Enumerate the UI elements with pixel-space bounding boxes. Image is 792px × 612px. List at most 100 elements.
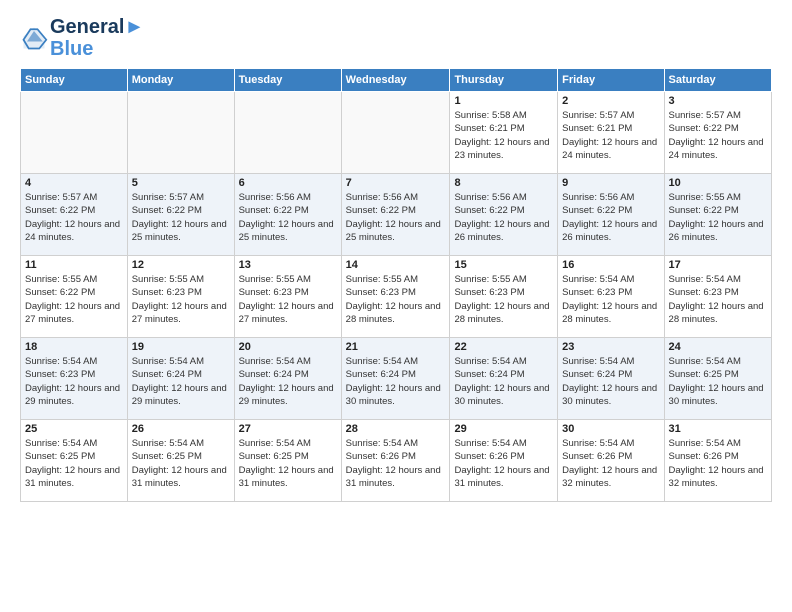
- calendar-cell: 8Sunrise: 5:56 AMSunset: 6:22 PMDaylight…: [450, 174, 558, 256]
- calendar-cell: 1Sunrise: 5:58 AMSunset: 6:21 PMDaylight…: [450, 92, 558, 174]
- day-number: 24: [669, 341, 767, 353]
- calendar-cell: 29Sunrise: 5:54 AMSunset: 6:26 PMDayligh…: [450, 420, 558, 502]
- day-number: 18: [25, 341, 123, 353]
- day-number: 12: [132, 259, 230, 271]
- calendar-cell: 17Sunrise: 5:54 AMSunset: 6:23 PMDayligh…: [664, 256, 771, 338]
- day-info: Sunrise: 5:54 AMSunset: 6:24 PMDaylight:…: [132, 355, 230, 408]
- day-number: 3: [669, 95, 767, 107]
- day-number: 6: [239, 177, 337, 189]
- calendar-week-row: 18 Sunrise: 5:54 AMSunset: 6:23 PMDayligh…: [21, 338, 772, 420]
- calendar-cell: 28 Sunrise: 5:54 AMSunset: 6:26 PMDayligh…: [341, 420, 450, 502]
- calendar-cell: 24 Sunrise: 5:54 AMSunset: 6:25 PMDayligh…: [664, 338, 771, 420]
- day-number: 26: [132, 423, 230, 435]
- day-info: Sunrise: 5:55 AMSunset: 6:23 PMDaylight:…: [346, 273, 446, 326]
- day-info: Sunrise: 5:54 AMSunset: 6:23 PMDaylight:…: [669, 273, 767, 326]
- calendar-table: SundayMondayTuesdayWednesdayThursdayFrid…: [20, 68, 772, 502]
- calendar-cell: 31 Sunrise: 5:54 AMSunset: 6:26 PMDayligh…: [664, 420, 771, 502]
- weekday-header: Sunday: [21, 69, 128, 92]
- day-number: 7: [346, 177, 446, 189]
- day-number: 23: [562, 341, 659, 353]
- logo-icon: [20, 24, 48, 52]
- page-header: General► Blue: [20, 16, 772, 60]
- day-info: Sunrise: 5:57 AMSunset: 6:22 PMDaylight:…: [25, 191, 123, 244]
- day-info: Sunrise: 5:57 AMSunset: 6:22 PMDaylight:…: [132, 191, 230, 244]
- calendar-cell: 9 Sunrise: 5:56 AMSunset: 6:22 PMDaylight…: [558, 174, 664, 256]
- calendar-week-row: 25 Sunrise: 5:54 AMSunset: 6:25 PMDayligh…: [21, 420, 772, 502]
- calendar-cell: 16 Sunrise: 5:54 AMSunset: 6:23 PMDayligh…: [558, 256, 664, 338]
- day-info: Sunrise: 5:54 AMSunset: 6:24 PMDaylight:…: [454, 355, 553, 408]
- calendar-cell: 4 Sunrise: 5:57 AMSunset: 6:22 PMDaylight…: [21, 174, 128, 256]
- day-info: Sunrise: 5:54 AMSunset: 6:25 PMDaylight:…: [239, 437, 337, 490]
- day-number: 11: [25, 259, 123, 271]
- day-number: 8: [454, 177, 553, 189]
- day-number: 9: [562, 177, 659, 189]
- day-number: 30: [562, 423, 659, 435]
- weekday-header: Friday: [558, 69, 664, 92]
- calendar-cell: 2 Sunrise: 5:57 AMSunset: 6:21 PMDaylight…: [558, 92, 664, 174]
- calendar-cell: 12 Sunrise: 5:55 AMSunset: 6:23 PMDayligh…: [127, 256, 234, 338]
- day-info: Sunrise: 5:55 AMSunset: 6:22 PMDaylight:…: [669, 191, 767, 244]
- calendar-cell: 10 Sunrise: 5:55 AMSunset: 6:22 PMDayligh…: [664, 174, 771, 256]
- day-number: 28: [346, 423, 446, 435]
- calendar-week-row: 11 Sunrise: 5:55 AMSunset: 6:22 PMDayligh…: [21, 256, 772, 338]
- calendar-cell: [234, 92, 341, 174]
- day-info: Sunrise: 5:56 AMSunset: 6:22 PMDaylight:…: [239, 191, 337, 244]
- day-number: 27: [239, 423, 337, 435]
- day-number: 29: [454, 423, 553, 435]
- day-info: Sunrise: 5:54 AMSunset: 6:24 PMDaylight:…: [239, 355, 337, 408]
- day-info: Sunrise: 5:54 AMSunset: 6:25 PMDaylight:…: [669, 355, 767, 408]
- day-info: Sunrise: 5:54 AMSunset: 6:26 PMDaylight:…: [346, 437, 446, 490]
- day-info: Sunrise: 5:58 AMSunset: 6:21 PMDaylight:…: [454, 109, 553, 162]
- calendar-cell: [21, 92, 128, 174]
- day-number: 16: [562, 259, 659, 271]
- day-info: Sunrise: 5:54 AMSunset: 6:23 PMDaylight:…: [562, 273, 659, 326]
- day-number: 10: [669, 177, 767, 189]
- day-info: Sunrise: 5:54 AMSunset: 6:24 PMDaylight:…: [346, 355, 446, 408]
- day-info: Sunrise: 5:57 AMSunset: 6:22 PMDaylight:…: [669, 109, 767, 162]
- weekday-header: Thursday: [450, 69, 558, 92]
- calendar-cell: 19 Sunrise: 5:54 AMSunset: 6:24 PMDayligh…: [127, 338, 234, 420]
- day-info: Sunrise: 5:57 AMSunset: 6:21 PMDaylight:…: [562, 109, 659, 162]
- day-number: 25: [25, 423, 123, 435]
- weekday-header: Monday: [127, 69, 234, 92]
- calendar-cell: 22 Sunrise: 5:54 AMSunset: 6:24 PMDayligh…: [450, 338, 558, 420]
- day-info: Sunrise: 5:56 AMSunset: 6:22 PMDaylight:…: [346, 191, 446, 244]
- calendar-cell: 7 Sunrise: 5:56 AMSunset: 6:22 PMDaylight…: [341, 174, 450, 256]
- calendar-cell: [127, 92, 234, 174]
- day-info: Sunrise: 5:55 AMSunset: 6:22 PMDaylight:…: [25, 273, 123, 326]
- calendar-cell: 25 Sunrise: 5:54 AMSunset: 6:25 PMDayligh…: [21, 420, 128, 502]
- day-info: Sunrise: 5:56 AMSunset: 6:22 PMDaylight:…: [562, 191, 659, 244]
- calendar-cell: 21Sunrise: 5:54 AMSunset: 6:24 PMDayligh…: [341, 338, 450, 420]
- day-number: 4: [25, 177, 123, 189]
- day-info: Sunrise: 5:54 AMSunset: 6:23 PMDaylight:…: [25, 355, 123, 408]
- calendar-cell: 18 Sunrise: 5:54 AMSunset: 6:23 PMDayligh…: [21, 338, 128, 420]
- day-number: 5: [132, 177, 230, 189]
- calendar-cell: [341, 92, 450, 174]
- calendar-week-row: 4 Sunrise: 5:57 AMSunset: 6:22 PMDaylight…: [21, 174, 772, 256]
- logo-text: General► Blue: [50, 16, 144, 60]
- calendar-cell: 23Sunrise: 5:54 AMSunset: 6:24 PMDayligh…: [558, 338, 664, 420]
- day-number: 22: [454, 341, 553, 353]
- weekday-header: Wednesday: [341, 69, 450, 92]
- day-number: 2: [562, 95, 659, 107]
- weekday-header: Saturday: [664, 69, 771, 92]
- calendar-cell: 13 Sunrise: 5:55 AMSunset: 6:23 PMDayligh…: [234, 256, 341, 338]
- day-info: Sunrise: 5:55 AMSunset: 6:23 PMDaylight:…: [239, 273, 337, 326]
- day-info: Sunrise: 5:54 AMSunset: 6:25 PMDaylight:…: [25, 437, 123, 490]
- day-number: 31: [669, 423, 767, 435]
- calendar-cell: 14Sunrise: 5:55 AMSunset: 6:23 PMDayligh…: [341, 256, 450, 338]
- weekday-header: Tuesday: [234, 69, 341, 92]
- day-info: Sunrise: 5:54 AMSunset: 6:26 PMDaylight:…: [562, 437, 659, 490]
- calendar-cell: 15Sunrise: 5:55 AMSunset: 6:23 PMDayligh…: [450, 256, 558, 338]
- calendar-header-row: SundayMondayTuesdayWednesdayThursdayFrid…: [21, 69, 772, 92]
- day-number: 15: [454, 259, 553, 271]
- calendar-cell: 11 Sunrise: 5:55 AMSunset: 6:22 PMDayligh…: [21, 256, 128, 338]
- day-info: Sunrise: 5:55 AMSunset: 6:23 PMDaylight:…: [132, 273, 230, 326]
- day-number: 19: [132, 341, 230, 353]
- calendar-cell: 30 Sunrise: 5:54 AMSunset: 6:26 PMDayligh…: [558, 420, 664, 502]
- day-number: 13: [239, 259, 337, 271]
- logo: General► Blue: [20, 16, 144, 60]
- day-number: 20: [239, 341, 337, 353]
- day-info: Sunrise: 5:54 AMSunset: 6:26 PMDaylight:…: [669, 437, 767, 490]
- calendar-cell: 26Sunrise: 5:54 AMSunset: 6:25 PMDayligh…: [127, 420, 234, 502]
